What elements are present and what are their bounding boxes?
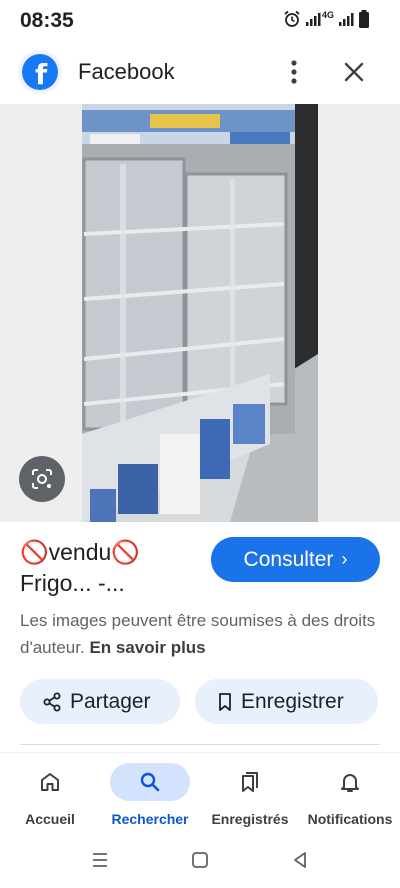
nav-icon-container [210,763,290,801]
search-icon [140,772,160,792]
nav-icon-container [10,763,90,801]
refrigerator-display-image [0,104,400,522]
more-vert-icon [291,60,297,84]
result-title[interactable]: 🚫vendu🚫 Frigo... -... [20,537,200,599]
nav-icon-container [110,763,190,801]
result-image-area[interactable] [0,104,400,522]
battery-icon [359,10,369,28]
share-button[interactable]: Partager [20,679,180,724]
menu-lines-icon [93,853,107,867]
facebook-logo-letter: f [35,58,48,91]
nav-label-notifications: Notifications [307,811,393,827]
consult-button[interactable]: Consulter › [211,537,380,582]
save-button[interactable]: Enregistrer [195,679,378,724]
app-bar: f Facebook [0,44,400,100]
nav-label-search: Rechercher [111,811,189,827]
bookmarks-icon [242,772,258,792]
nav-item-home[interactable]: Accueil [0,763,100,833]
home-icon [41,773,59,791]
google-lens-button[interactable] [19,456,65,502]
bookmark-icon [219,692,231,711]
bell-icon [341,774,359,792]
share-icon [43,692,61,711]
copyright-notice: Les images peuvent être soumises à des d… [20,607,385,661]
bottom-navigation: Accueil Rechercher Enregistrés Notificat… [0,752,400,838]
share-label: Partager [70,689,151,713]
consult-label: Consulter [243,547,334,571]
facebook-logo-icon: f [22,54,58,91]
nav-item-saved[interactable]: Enregistrés [200,763,300,833]
status-icons: 4G [283,10,370,28]
signal-icon [305,13,321,26]
chevron-right-icon: › [341,549,348,569]
divider [20,744,380,745]
nav-icon-container [310,763,390,801]
back-triangle-icon [294,852,306,868]
learn-more-link[interactable]: En savoir plus [89,638,205,657]
nav-label-home: Accueil [25,811,75,827]
network-label: 4G [321,10,334,20]
status-bar: 08:35 4G [0,0,400,40]
nav-item-notifications[interactable]: Notifications [300,763,400,833]
more-options-button[interactable] [282,58,306,86]
square-icon [192,852,208,868]
nav-label-saved: Enregistrés [211,811,289,827]
status-time: 08:35 [20,9,74,32]
close-button[interactable] [340,58,368,86]
save-label: Enregistrer [241,689,344,713]
home-system-button[interactable] [188,848,212,872]
close-icon [344,62,364,82]
alarm-icon [284,10,300,27]
nav-item-search[interactable]: Rechercher [100,763,200,833]
recent-apps-button[interactable] [88,848,112,872]
result-title-line2: Frigo... -... [20,570,125,596]
system-navigation-bar [0,838,400,888]
result-title-line1: 🚫vendu🚫 [20,539,140,565]
google-lens-icon [32,469,52,489]
back-system-button[interactable] [288,848,312,872]
signal-icon [339,13,354,26]
app-title: Facebook [78,59,175,84]
